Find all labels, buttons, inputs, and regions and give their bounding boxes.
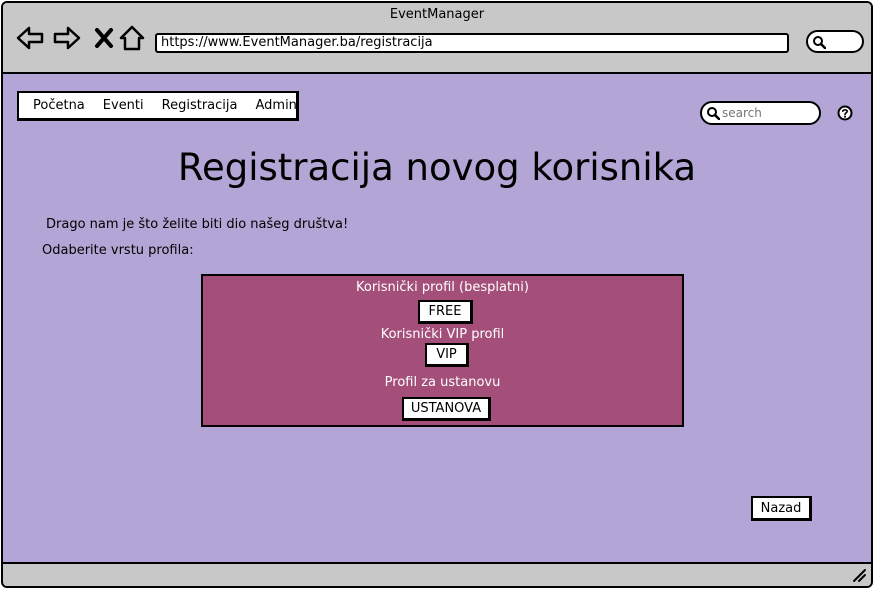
profile-prompt: Odaberite vrstu profila: (42, 243, 194, 258)
close-x-icon[interactable] (89, 23, 119, 53)
browser-search-field[interactable] (806, 30, 864, 53)
vip-profile-label: Korisnički VIP profil (380, 327, 505, 342)
browser-toolbar: EventManager https://www.EventManager.ba… (3, 3, 871, 74)
window-title: EventManager (389, 7, 485, 22)
menu-item-pocetna[interactable]: Početna (33, 98, 85, 113)
forward-arrow-icon[interactable] (52, 23, 82, 53)
main-menu: Početna Eventi Registracija Admin (17, 91, 299, 121)
search-icon (707, 107, 720, 120)
search-input[interactable] (722, 105, 814, 121)
site-search (700, 101, 821, 125)
help-icon[interactable] (837, 105, 853, 121)
home-icon[interactable] (117, 23, 147, 53)
profile-selection-panel: Korisnički profil (besplatni) FREE Koris… (201, 274, 684, 427)
browser-window: EventManager https://www.EventManager.ba… (1, 1, 873, 588)
free-profile-button[interactable]: FREE (418, 300, 473, 324)
institution-profile-button[interactable]: USTANOVA (402, 397, 491, 421)
back-arrow-icon[interactable] (15, 23, 45, 53)
institution-profile-label: Profil za ustanovu (384, 375, 501, 390)
search-icon (813, 36, 826, 49)
menu-item-admin[interactable]: Admin (255, 98, 296, 113)
welcome-text: Drago nam je što želite biti dio našeg d… (46, 217, 349, 232)
resize-grip-icon[interactable] (851, 567, 867, 583)
free-profile-label: Korisnički profil (besplatni) (356, 280, 529, 295)
back-button[interactable]: Nazad (751, 496, 812, 521)
address-bar[interactable]: https://www.EventManager.ba/registracija (155, 33, 789, 53)
vip-profile-button[interactable]: VIP (425, 343, 469, 367)
menu-item-registracija[interactable]: Registracija (162, 98, 238, 113)
page-title: Registracija novog korisnika (177, 146, 697, 189)
menu-item-eventi[interactable]: Eventi (103, 98, 144, 113)
status-bar (3, 562, 871, 586)
